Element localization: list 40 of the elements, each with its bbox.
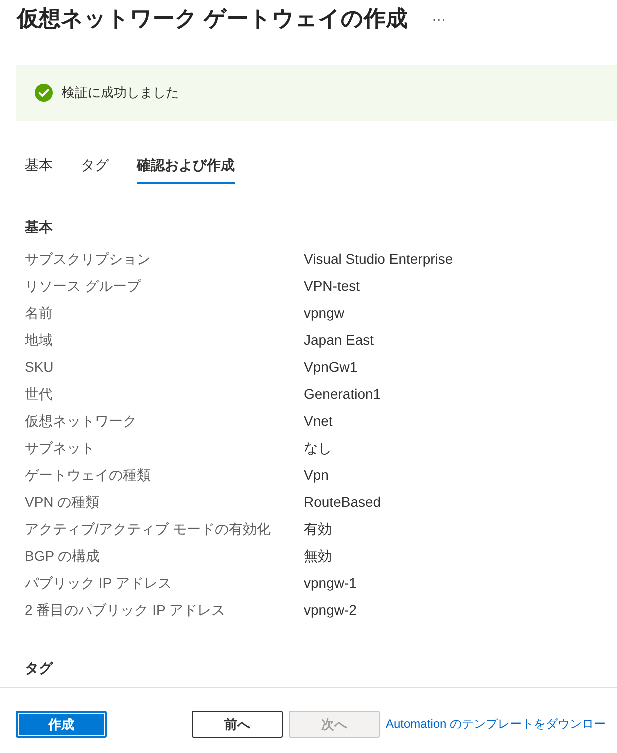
field-value: Generation1 — [304, 385, 382, 404]
field-label: アクティブ/アクティブ モードの有効化 — [25, 520, 272, 539]
field-label: 世代 — [25, 385, 54, 404]
field-label: 地域 — [25, 331, 54, 350]
banner-message: 検証に成功しました — [62, 84, 179, 102]
field-label: サブスクリプション — [25, 250, 152, 269]
field-label: 仮想ネットワーク — [25, 412, 138, 431]
tab[interactable]: タグ — [81, 150, 109, 184]
field-label: ゲートウェイの種類 — [25, 466, 152, 485]
field-value: なし — [304, 439, 333, 458]
page-title: 仮想ネットワーク ゲートウェイの作成 — [17, 5, 408, 33]
field-label: 名前 — [25, 304, 54, 323]
field-label: VPN の種類 — [25, 493, 101, 512]
tab[interactable]: 基本 — [25, 150, 53, 184]
field-value: Japan East — [304, 331, 376, 350]
section-heading: タグ — [24, 659, 54, 678]
field-label: 2 番目のパブリック IP アドレス — [25, 601, 226, 620]
field-value: Visual Studio Enterprise — [304, 250, 454, 269]
field-value: vpngw — [304, 304, 346, 323]
field-value: vpngw-2 — [304, 601, 358, 620]
field-label: パブリック IP アドレス — [25, 574, 173, 593]
previous-button[interactable]: 前へ — [192, 711, 283, 738]
field-value: 無効 — [304, 547, 333, 566]
success-check-icon — [35, 84, 53, 102]
field-label: SKU — [25, 358, 55, 377]
field-value: VpnGw1 — [304, 358, 359, 377]
tab[interactable]: 確認および作成 — [137, 150, 235, 184]
more-button[interactable]: ··· — [428, 11, 450, 27]
field-value: VPN-test — [304, 277, 362, 296]
field-label: リソース グループ — [25, 277, 142, 296]
download-template-link[interactable]: Automation のテンプレートをダウンロー — [386, 716, 606, 733]
field-label: BGP の構成 — [25, 547, 102, 566]
field-value: Vnet — [304, 412, 334, 431]
field-label: サブネット — [25, 439, 96, 458]
field-value: RouteBased — [304, 493, 382, 512]
field-value: 有効 — [304, 520, 333, 539]
create-button[interactable]: 作成 — [16, 711, 107, 738]
field-value: Vpn — [304, 466, 330, 485]
section-heading: 基本 — [24, 218, 54, 237]
field-value: vpngw-1 — [304, 574, 358, 593]
